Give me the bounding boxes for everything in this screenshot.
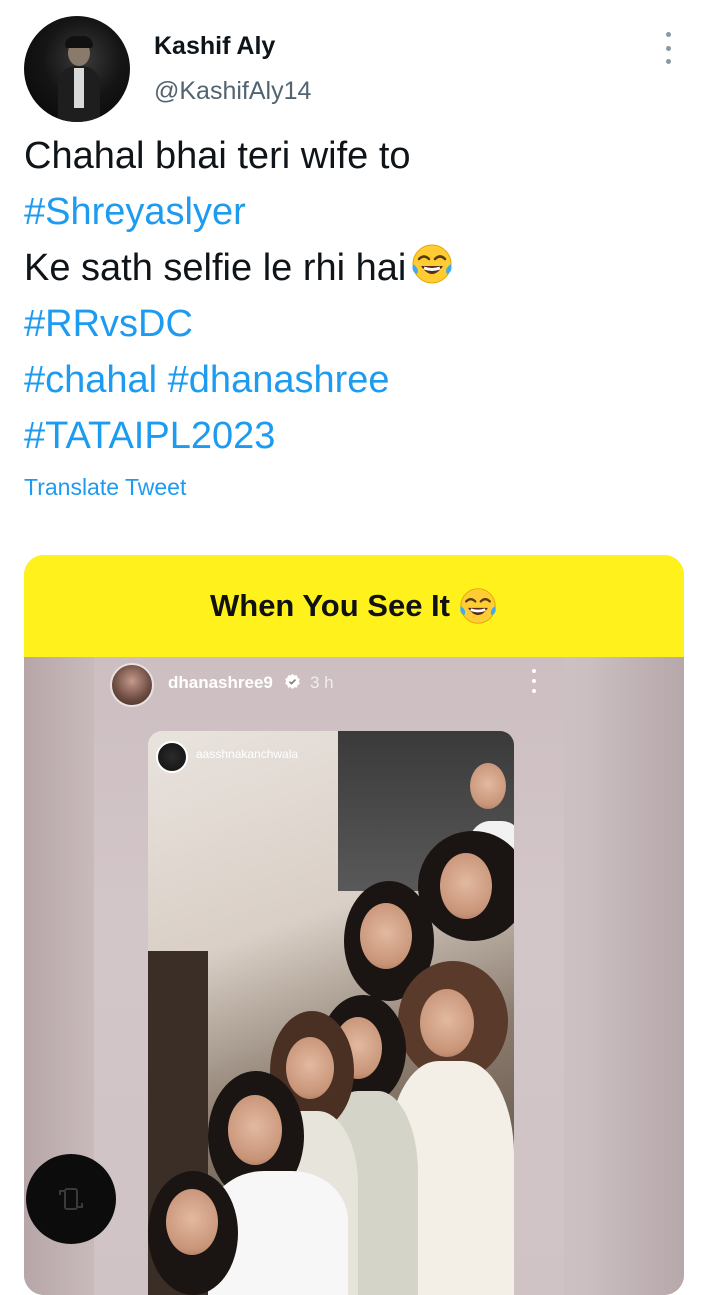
- hashtag-link[interactable]: #TATAIPL2023: [24, 408, 454, 464]
- selfie-photo: aasshnakanchwala: [148, 731, 514, 1295]
- hashtag-link[interactable]: #RRvsDC: [24, 296, 454, 352]
- meme-caption: When You See It: [210, 588, 450, 623]
- face-with-tears-of-joy-icon: [460, 588, 496, 624]
- story-more-icon: [531, 669, 537, 693]
- verified-badge-icon: [285, 673, 300, 689]
- avatar-figure-shirt: [74, 68, 84, 108]
- rotate-screen-icon: [59, 1188, 83, 1210]
- hashtag-link[interactable]: #chahal #dhanashree: [24, 352, 454, 408]
- person-face: [470, 763, 506, 809]
- author-avatar[interactable]: [24, 16, 130, 122]
- more-options-icon[interactable]: [658, 32, 678, 64]
- tweet-line: Chahal bhai teri wife to: [24, 135, 411, 177]
- tweet-line: Ke sath selfie le rhi hai: [24, 240, 454, 296]
- avatar-figure-hair: [65, 36, 93, 48]
- person-face: [286, 1037, 334, 1099]
- tagged-username: aasshnakanchwala: [196, 747, 299, 761]
- tweet-media[interactable]: When You See It dhanashree9 3 h aasshnak…: [24, 555, 684, 1295]
- translate-tweet-link[interactable]: Translate Tweet: [24, 474, 186, 501]
- story-panel: dhanashree9 3 h aasshnakanchwala: [94, 657, 564, 1295]
- person-face: [420, 989, 474, 1057]
- tagged-user-avatar: [156, 741, 188, 773]
- person-face: [228, 1095, 282, 1165]
- tweet-text: Chahal bhai teri wife to #Shreyaslyer Ke…: [24, 128, 454, 464]
- tweet-line-text: Ke sath selfie le rhi hai: [24, 247, 407, 289]
- author-name[interactable]: Kashif Aly: [154, 32, 275, 61]
- meme-banner: When You See It: [24, 555, 684, 657]
- author-handle[interactable]: @KashifAly14: [154, 77, 311, 106]
- hashtag-link[interactable]: #Shreyaslyer: [24, 184, 454, 240]
- story-time: 3 h: [310, 673, 334, 692]
- person-face: [440, 853, 492, 919]
- story-username: dhanashree9: [168, 673, 273, 692]
- person-face: [166, 1189, 218, 1255]
- story-avatar: [110, 663, 154, 707]
- floating-rotate-button[interactable]: [26, 1154, 116, 1244]
- face-with-tears-of-joy-icon: [412, 244, 452, 284]
- person-face: [360, 903, 412, 969]
- story-screenshot: dhanashree9 3 h aasshnakanchwala: [24, 657, 684, 1295]
